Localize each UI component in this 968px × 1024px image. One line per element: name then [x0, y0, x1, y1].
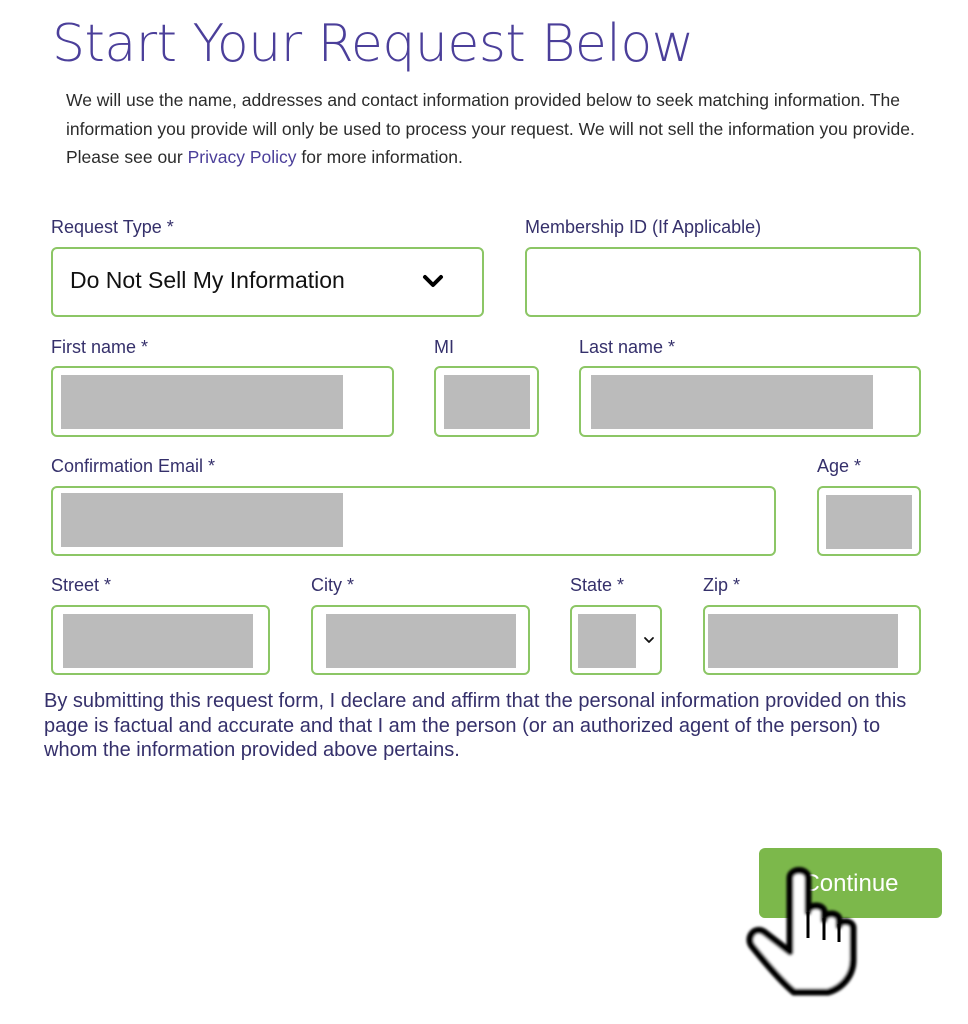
state-select[interactable]	[570, 605, 662, 675]
age-label: Age *	[817, 456, 862, 476]
city-input[interactable]	[311, 605, 530, 675]
redacted-value	[826, 495, 912, 549]
redacted-value	[61, 375, 343, 429]
chevron-down-icon	[644, 637, 654, 643]
membership-id-input[interactable]	[525, 247, 921, 317]
redacted-value	[63, 614, 253, 668]
redacted-value	[444, 375, 530, 429]
declaration-text: By submitting this request form, I decla…	[44, 690, 907, 761]
middle-initial-label: MI	[434, 337, 454, 357]
request-type-select[interactable]: Do Not Sell My Information	[51, 247, 484, 317]
request-type-label: Request Type *	[51, 217, 174, 237]
redacted-value	[326, 614, 516, 668]
first-name-input[interactable]	[51, 366, 394, 437]
age-input[interactable]	[817, 486, 921, 556]
last-name-input[interactable]	[579, 366, 921, 437]
pointer-hand-icon	[746, 867, 857, 996]
zip-label: Zip *	[703, 575, 741, 595]
privacy-policy-link[interactable]: Privacy Policy	[188, 147, 297, 167]
last-name-label: Last name *	[579, 337, 676, 357]
intro-text-end: for more information.	[296, 147, 463, 167]
street-label: Street *	[51, 575, 112, 595]
confirmation-email-label: Confirmation Email *	[51, 456, 216, 476]
state-label: State *	[570, 575, 625, 595]
confirmation-email-input[interactable]	[51, 486, 776, 556]
redacted-value	[591, 375, 873, 429]
intro-paragraph: We will use the name, addresses and cont…	[66, 86, 926, 172]
zip-input[interactable]	[703, 605, 921, 675]
request-type-value: Do Not Sell My Information	[70, 267, 345, 293]
first-name-label: First name *	[51, 337, 149, 357]
membership-id-label: Membership ID (If Applicable)	[525, 217, 762, 237]
chevron-down-icon	[423, 275, 443, 287]
redacted-value	[61, 493, 343, 547]
street-input[interactable]	[51, 605, 270, 675]
middle-initial-input[interactable]	[434, 366, 539, 437]
redacted-value	[578, 614, 636, 668]
page-title: Start Your Request Below	[52, 14, 694, 74]
redacted-value	[708, 614, 898, 668]
city-label: City *	[311, 575, 355, 595]
